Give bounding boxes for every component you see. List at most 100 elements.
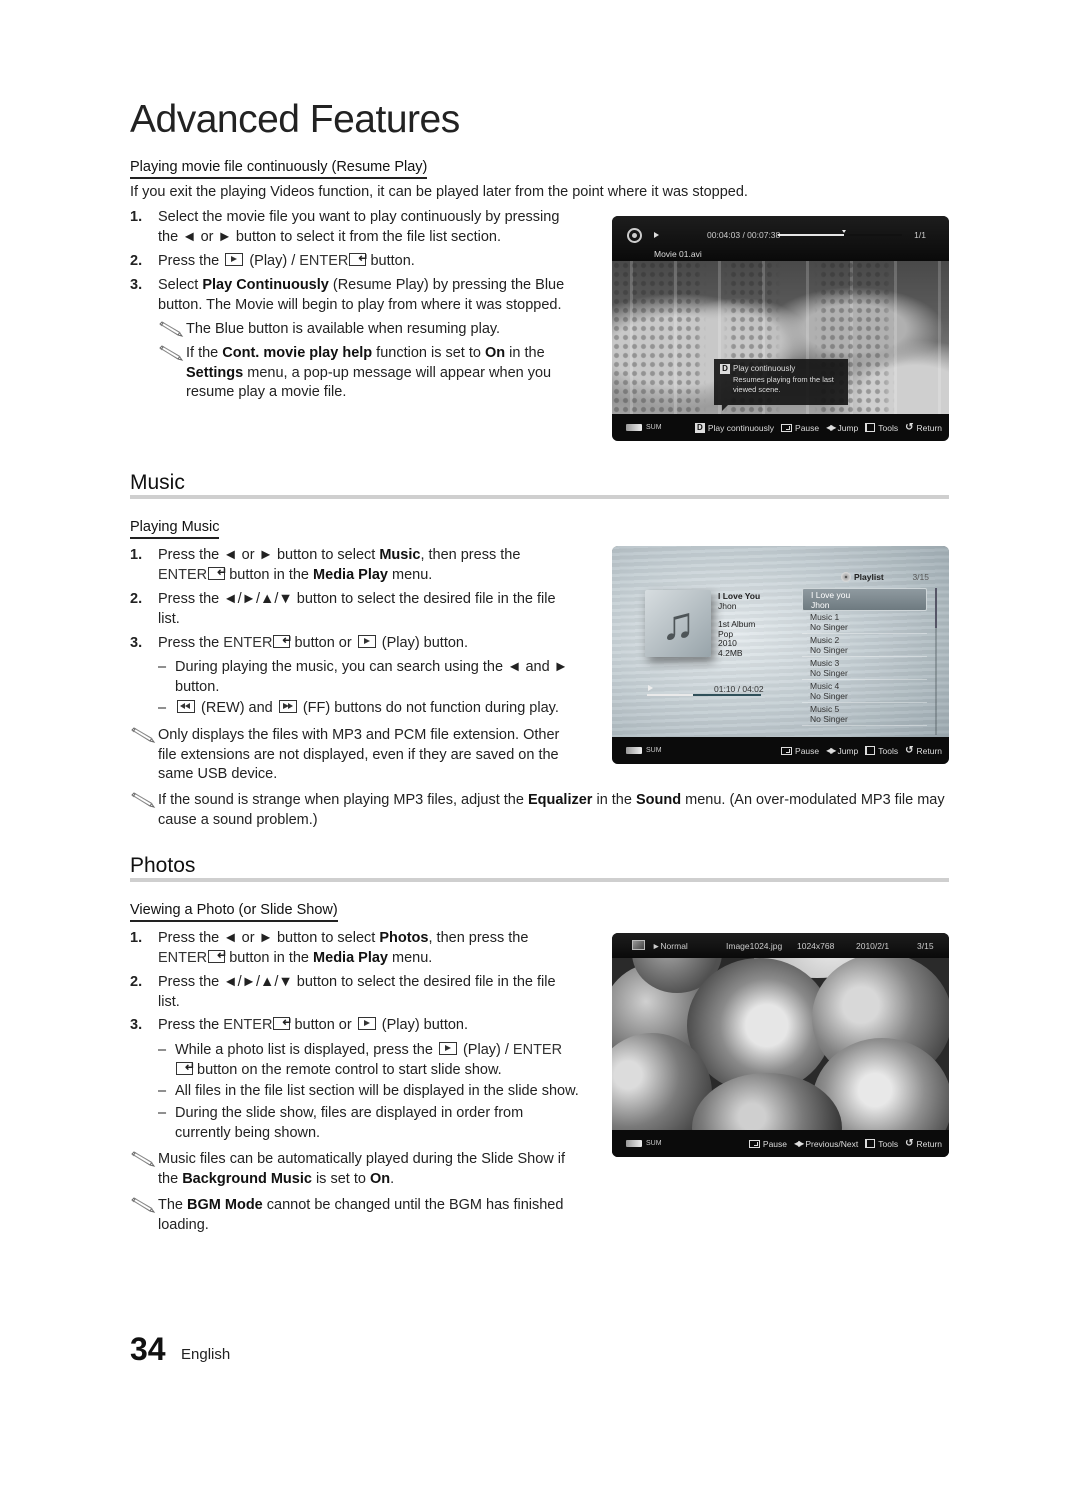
step-number: 2. xyxy=(130,974,143,990)
music-dash-2: – (REW) and (FF) buttons do not function… xyxy=(158,700,559,716)
music-dash-1: – During playing the music, you can sear… xyxy=(158,659,569,695)
movie-progress-bar[interactable] xyxy=(778,230,902,236)
step-number: 1. xyxy=(130,547,143,563)
resume-play-heading: Playing movie file continuously (Resume … xyxy=(130,159,428,179)
music-note-1: Only displays the files with MP3 and PCM… xyxy=(130,726,580,785)
play-key-icon xyxy=(438,1042,457,1055)
note-pencil-icon xyxy=(131,792,156,808)
playlist-item[interactable]: Music 4 No Singer xyxy=(802,680,927,703)
photo-icon xyxy=(632,940,645,950)
movie-time: 00:04:03 / 00:07:38 xyxy=(707,230,781,240)
hint-play-continuously[interactable]: D Play continuously xyxy=(694,422,774,433)
playlist-scrollbar[interactable] xyxy=(935,588,937,735)
page-title: Advanced Features xyxy=(130,98,460,141)
note-pencil-icon xyxy=(159,345,184,361)
playlist-header: Playlist xyxy=(841,572,884,582)
step-text: Select the movie file you want to play c… xyxy=(158,209,560,245)
left-right-icon: ◀▶ xyxy=(826,746,836,755)
return-icon: ↺ xyxy=(905,1138,914,1149)
rewind-key-icon xyxy=(177,700,195,713)
music-button-hints: Pause ◀▶ Jump Tools ↺ Return xyxy=(781,745,942,756)
playlist-item[interactable]: I Love you Jhon xyxy=(802,588,927,611)
tools-icon xyxy=(865,1139,876,1148)
enter-key-icon xyxy=(349,249,368,269)
hint-tools[interactable]: Tools xyxy=(865,1139,898,1149)
playlist-count: 3/15 xyxy=(912,572,929,582)
d-key-icon: D xyxy=(720,364,730,374)
movie-progress-knob[interactable] xyxy=(841,230,846,233)
left-right-icon: ◀▶ xyxy=(826,423,836,432)
d-key-icon: D xyxy=(694,422,705,433)
photo-image-apples xyxy=(612,933,949,1157)
playlist-item-artist: No Singer xyxy=(810,713,848,724)
playlist-item-artist: No Singer xyxy=(810,644,848,655)
movie-count: 1/1 xyxy=(914,230,926,240)
note-pencil-icon xyxy=(131,1151,156,1167)
playlist-item[interactable]: Music 1 No Singer xyxy=(802,611,927,634)
playlist-item[interactable]: Music 5 No Singer xyxy=(802,703,927,726)
photo-filename: Image1024.jpg xyxy=(726,941,783,951)
usb-device-icon xyxy=(626,1140,642,1147)
playlist-item[interactable]: Music 3 No Singer xyxy=(802,657,927,680)
music-step-2: 2. Press the ◄/►/▲/▼ button to select th… xyxy=(130,591,556,627)
resume-popup: D Play continuously Resumes playing from … xyxy=(714,359,848,411)
hint-return[interactable]: ↺ Return xyxy=(905,745,942,756)
film-reel-icon xyxy=(627,228,642,243)
enter-icon xyxy=(781,746,793,755)
hint-jump[interactable]: ◀▶ Jump xyxy=(826,423,858,433)
hint-return[interactable]: ↺ Return xyxy=(905,1138,942,1149)
photo-date: 2010/2/1 xyxy=(856,941,890,951)
page-number: 34 xyxy=(130,1331,166,1367)
note-pencil-icon xyxy=(131,1197,156,1213)
step-number: 3. xyxy=(130,277,143,293)
enter-key-icon xyxy=(208,946,227,965)
resume-note-2: If the Cont. movie play help function is… xyxy=(158,344,578,403)
hint-return[interactable]: ↺ Return xyxy=(905,422,942,433)
play-key-icon xyxy=(357,1017,376,1030)
music-bottom-bar: SUM Pause ◀▶ Jump Tools ↺ Return xyxy=(612,737,949,764)
movie-top-bar: 00:04:03 / 00:07:38 1/1 Movie 01.avi xyxy=(612,216,949,261)
photo-resolution: 1024x768 xyxy=(797,941,835,951)
music-time: 01:10 / 04:02 xyxy=(714,684,764,694)
scrollbar-thumb[interactable] xyxy=(935,588,937,628)
photos-note-1: Music files can be automatically played … xyxy=(130,1150,585,1189)
hint-jump[interactable]: ◀▶ Jump xyxy=(826,746,858,756)
movie-bottom-bar: SUM D Play continuously Pause ◀▶ Jump Tool… xyxy=(612,414,949,441)
step-number: 3. xyxy=(130,635,143,651)
photo-viewer-screen: ►Normal Image1024.jpg 1024x768 2010/2/1 … xyxy=(612,933,949,1157)
hint-pause[interactable]: Pause xyxy=(781,746,819,756)
step-number: 3. xyxy=(130,1017,143,1033)
resume-note-1: The Blue button is available when resumi… xyxy=(158,320,578,340)
music-note-2: If the sound is strange when playing MP3… xyxy=(130,791,950,830)
photos-dash-1: – While a photo list is displayed, press… xyxy=(158,1041,578,1080)
track-info: I Love You Jhon 1st Album Pop 2010 4.2MB xyxy=(718,591,760,658)
movie-filename: Movie 01.avi xyxy=(654,249,702,259)
hint-previous-next[interactable]: ◀▶ Previous/Next xyxy=(794,1139,858,1149)
play-status-icon xyxy=(648,685,653,691)
photo-bottom-bar: SUM Pause ◀▶ Previous/Next Tools ↺ Return xyxy=(612,1130,949,1157)
usb-device-icon xyxy=(626,424,642,431)
playlist-item-artist: Jhon xyxy=(811,599,830,610)
hint-pause[interactable]: Pause xyxy=(748,1139,787,1149)
play-key-icon xyxy=(225,253,244,266)
movie-button-hints: D Play continuously Pause ◀▶ Jump Tools ↺ R… xyxy=(694,422,942,433)
resume-step-2: 2. Press the (Play) / ENTER button. xyxy=(130,249,590,272)
hint-tools[interactable]: Tools xyxy=(865,746,898,756)
resume-step-3: 3. Select Play Continuously (Resume Play… xyxy=(130,277,565,313)
usb-device: SUM xyxy=(626,424,662,431)
track-artist: Jhon xyxy=(718,600,737,611)
enter-key-icon xyxy=(176,1058,195,1077)
hint-pause[interactable]: Pause xyxy=(781,423,819,433)
photos-note-2: The BGM Mode cannot be changed until the… xyxy=(130,1196,585,1235)
playlist-item[interactable]: Music 2 No Singer xyxy=(802,634,927,657)
movie-progress-fill xyxy=(778,234,844,236)
step-number: 1. xyxy=(130,930,143,946)
enter-icon xyxy=(748,1139,760,1148)
photos-step-1: 1. Press the ◄ or ► button to select Pho… xyxy=(130,929,570,968)
resume-play-heading-wrap: Playing movie file continuously (Resume … xyxy=(130,158,428,179)
slideshow-mode: ►Normal xyxy=(652,941,688,951)
photo-button-hints: Pause ◀▶ Previous/Next Tools ↺ Return xyxy=(748,1138,942,1149)
music-progress-bar[interactable] xyxy=(647,694,761,696)
hint-tools[interactable]: Tools xyxy=(865,423,898,433)
note-pencil-icon xyxy=(131,727,156,743)
